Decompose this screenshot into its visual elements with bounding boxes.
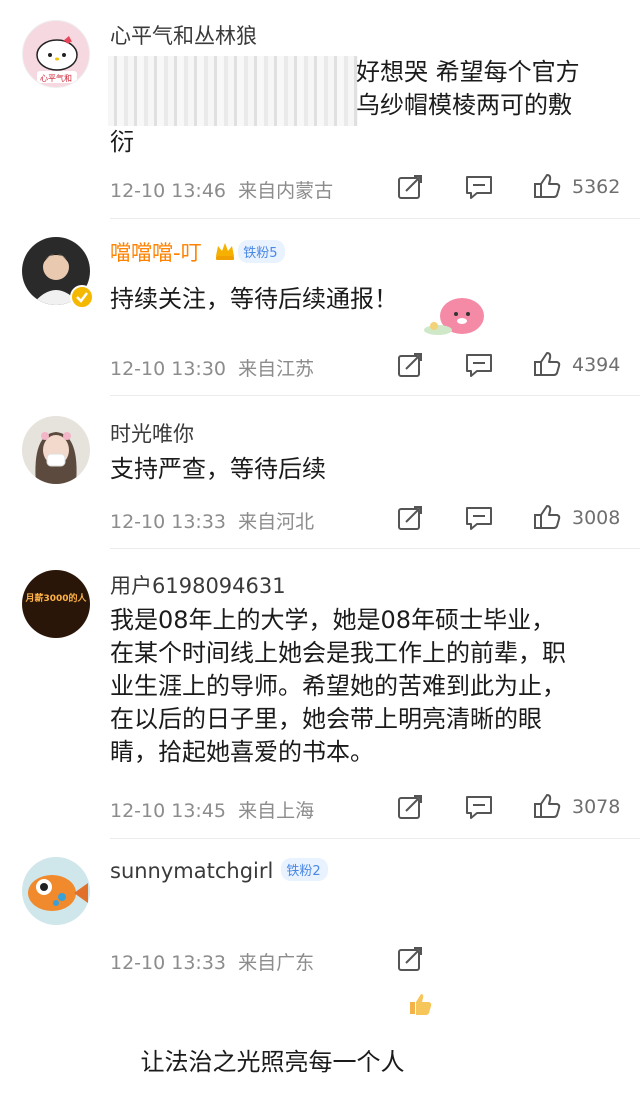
reply-icon[interactable] [464,793,494,821]
comment-text: 让法治之光照亮每一个人 [110,893,620,1115]
location: 来自内蒙古 [238,180,334,202]
username[interactable]: 心平气和丛林狼 [110,20,257,50]
timestamp: 12-10 13:33 [110,952,227,974]
username[interactable]: 时光唯你 [110,418,194,448]
username-text: sunnymatchgirl [110,859,274,883]
like-count: 4394 [572,354,621,376]
comment-meta: 12-10 13:30 来自江苏 [110,354,314,381]
fan-badge[interactable]: 铁粉2 [281,858,328,881]
like-icon[interactable] [532,350,562,378]
crown-icon [214,240,236,262]
comment-meta: 12-10 13:45 来自上海 [110,796,314,823]
avatar[interactable] [22,857,90,925]
comment-text: 支持严查，等待后续 [110,455,326,483]
like-icon[interactable] [532,172,562,200]
avatar-text: 月薪3000的人 [25,594,87,604]
comment-text: 我是08年上的大学，她是08年硕士毕业， 在某个时间线上她会是我工作上的前辈，职… [110,606,566,766]
reply-icon[interactable] [464,351,494,379]
comment-text-line: 好想哭 希望每个官方 [356,58,580,86]
like-count: 3008 [572,507,621,529]
timestamp: 12-10 13:30 [110,358,227,380]
repost-icon[interactable] [396,793,426,821]
location: 来自上海 [238,800,315,822]
verified-icon [70,285,94,309]
location: 来自江苏 [238,358,315,380]
repost-icon[interactable] [396,504,426,532]
location: 来自广东 [238,952,315,974]
reply-icon[interactable] [464,504,494,532]
username[interactable]: 噹噹噹-叮 铁粉5 [110,237,285,267]
avatar-label: 心平气和 [40,74,72,83]
comment-meta: 12-10 13:33 来自河北 [110,507,314,534]
sticker-image [418,290,500,338]
location: 来自河北 [238,511,315,533]
avatar[interactable]: 月薪3000的人 [22,570,90,638]
divider [110,548,640,549]
person-avatar-icon [35,432,77,484]
comment-meta: 12-10 13:46 来自内蒙古 [110,176,333,203]
reply-icon[interactable] [464,173,494,201]
timestamp: 12-10 13:33 [110,511,227,533]
comment-text: 持续关注，等待后续通报！ [110,285,398,313]
like-count: 3078 [572,796,621,818]
redacted-blur [108,56,358,126]
username[interactable]: 用户6198094631 [110,570,286,600]
fan-badge[interactable]: 铁粉5 [238,240,285,263]
comment-text-line: 乌纱帽模棱两可的敷 [356,91,572,119]
repost-icon[interactable] [396,173,426,201]
username-text: 噹噹噹-叮 [110,241,202,265]
divider [110,395,640,396]
divider [110,838,640,839]
timestamp: 12-10 13:45 [110,800,227,822]
avatar[interactable]: 心平气和 [22,20,90,88]
like-icon[interactable] [532,503,562,531]
repost-icon[interactable] [396,351,426,379]
fish-avatar-icon [28,875,88,911]
comment-text-line: 衍 [110,128,134,156]
like-count: 5362 [572,176,621,198]
like-icon[interactable] [532,792,562,820]
divider [110,218,640,219]
comment-meta: 12-10 13:33 来自广东 [110,948,314,975]
timestamp: 12-10 13:46 [110,180,227,202]
username[interactable]: sunnymatchgirl 铁粉2 [110,858,328,883]
comment-text-body: 让法治之光照亮每一个人 [140,1048,405,1076]
repost-icon[interactable] [396,945,426,973]
avatar[interactable] [22,416,90,484]
